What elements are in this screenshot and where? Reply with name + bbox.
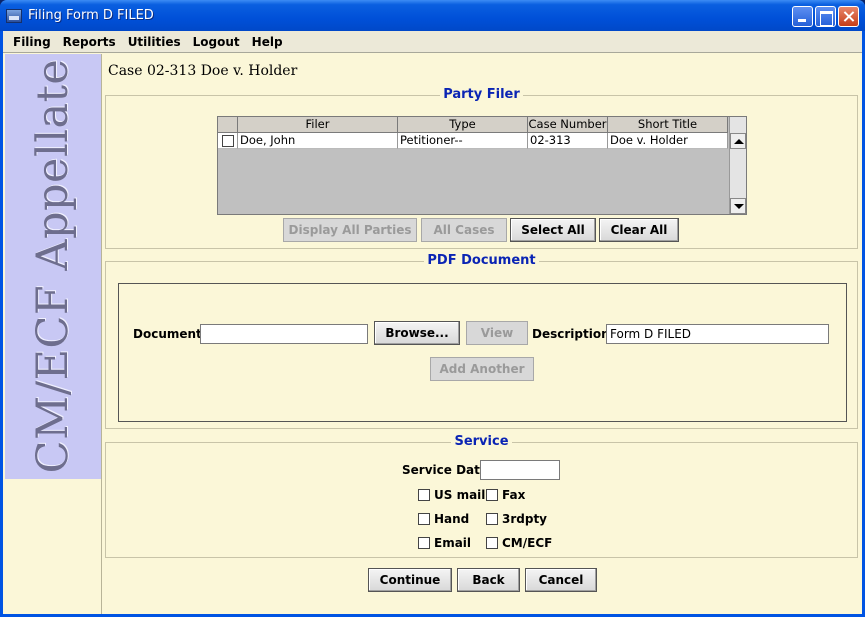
pdf-document-group: PDF Document Document: Browse... View De… xyxy=(105,253,858,429)
cell-case-number: 02-313 xyxy=(528,133,608,149)
pdf-document-panel: Document: Browse... View Description: Fo… xyxy=(118,283,847,422)
arrow-down-icon xyxy=(734,204,744,209)
cmecf-label: CM/ECF xyxy=(502,536,553,550)
cancel-button[interactable]: Cancel xyxy=(525,568,597,592)
hand-checkbox[interactable] xyxy=(418,513,430,525)
case-title: Case 02-313 Doe v. Holder xyxy=(108,63,298,79)
third-party-option[interactable]: 3rdpty xyxy=(486,512,547,526)
window-title: Filing Form D FILED xyxy=(28,8,154,23)
email-option[interactable]: Email xyxy=(418,536,471,550)
close-button[interactable] xyxy=(838,6,859,27)
browse-button[interactable]: Browse... xyxy=(374,321,460,345)
back-button[interactable]: Back xyxy=(457,568,520,592)
column-header-type[interactable]: Type xyxy=(398,117,528,133)
fax-option[interactable]: Fax xyxy=(486,488,525,502)
arrow-up-icon xyxy=(734,139,744,144)
view-button[interactable]: View xyxy=(466,321,528,345)
document-input[interactable] xyxy=(200,324,368,344)
fax-label: Fax xyxy=(502,488,526,502)
description-label: Description: xyxy=(532,327,615,341)
continue-button[interactable]: Continue xyxy=(368,568,452,592)
main-panel: Case 02-313 Doe v. Holder Party Filer Fi… xyxy=(101,54,862,614)
hand-label: Hand xyxy=(434,512,470,526)
table-header: Filer Type Case Number Short Title xyxy=(218,117,728,133)
all-cases-button[interactable]: All Cases xyxy=(421,218,507,242)
us-mail-checkbox[interactable] xyxy=(418,489,430,501)
cmecf-option[interactable]: CM/ECF xyxy=(486,536,552,550)
column-header-filer[interactable]: Filer xyxy=(238,117,398,133)
column-header-select[interactable] xyxy=(218,117,238,133)
menu-bar: Filing Reports Utilities Logout Help xyxy=(3,31,862,53)
sidebar-banner: CM/ECF Appellate xyxy=(5,54,101,479)
service-group: Service Service Date: US mail Fax Hand 3… xyxy=(105,434,858,558)
column-header-short-title[interactable]: Short Title xyxy=(608,117,728,133)
select-all-button[interactable]: Select All xyxy=(510,218,596,242)
client-area: Filing Reports Utilities Logout Help CM/… xyxy=(3,31,862,614)
hand-option[interactable]: Hand xyxy=(418,512,469,526)
cell-filer: Doe, John xyxy=(238,133,398,149)
table-scrollbar[interactable] xyxy=(729,117,746,214)
menu-reports[interactable]: Reports xyxy=(57,35,122,49)
clear-all-button[interactable]: Clear All xyxy=(599,218,679,242)
column-header-case-number[interactable]: Case Number xyxy=(528,117,608,133)
cell-type: Petitioner-- xyxy=(398,133,528,149)
add-another-button[interactable]: Add Another xyxy=(430,357,534,381)
party-table: Filer Type Case Number Short Title Doe, … xyxy=(217,116,747,215)
third-party-label: 3rdpty xyxy=(502,512,548,526)
table-row[interactable]: Doe, John Petitioner-- 02-313 Doe v. Hol… xyxy=(218,133,728,149)
third-party-checkbox[interactable] xyxy=(486,513,498,525)
party-filer-group: Party Filer Filer Type Case Number Short… xyxy=(105,87,858,249)
service-date-input[interactable] xyxy=(480,460,560,480)
menu-filing[interactable]: Filing xyxy=(7,35,57,49)
us-mail-option[interactable]: US mail xyxy=(418,488,485,502)
cmecf-checkbox[interactable] xyxy=(486,537,498,549)
email-checkbox[interactable] xyxy=(418,537,430,549)
scroll-up-button[interactable] xyxy=(730,133,746,149)
fax-checkbox[interactable] xyxy=(486,489,498,501)
display-all-parties-button[interactable]: Display All Parties xyxy=(283,218,417,242)
menu-utilities[interactable]: Utilities xyxy=(122,35,187,49)
service-legend: Service xyxy=(451,434,512,449)
party-filer-legend: Party Filer xyxy=(440,87,523,102)
maximize-button[interactable] xyxy=(815,6,836,27)
email-label: Email xyxy=(434,536,472,550)
us-mail-label: US mail xyxy=(434,488,486,502)
pdf-document-legend: PDF Document xyxy=(424,253,539,268)
minimize-button[interactable] xyxy=(792,6,813,27)
menu-help[interactable]: Help xyxy=(246,35,289,49)
sidebar-logo-text: CM/ECF Appellate xyxy=(28,58,78,474)
menu-logout[interactable]: Logout xyxy=(187,35,246,49)
scroll-down-button[interactable] xyxy=(730,198,746,214)
title-bar[interactable]: Filing Form D FILED xyxy=(0,0,865,31)
description-input[interactable]: Form D FILED xyxy=(606,324,829,344)
row-checkbox[interactable] xyxy=(222,135,234,147)
document-label: Document: xyxy=(133,327,207,341)
app-icon xyxy=(6,9,22,23)
application-window: Filing Form D FILED Filing Reports Utili… xyxy=(0,0,865,617)
cell-short-title: Doe v. Holder xyxy=(608,133,728,149)
